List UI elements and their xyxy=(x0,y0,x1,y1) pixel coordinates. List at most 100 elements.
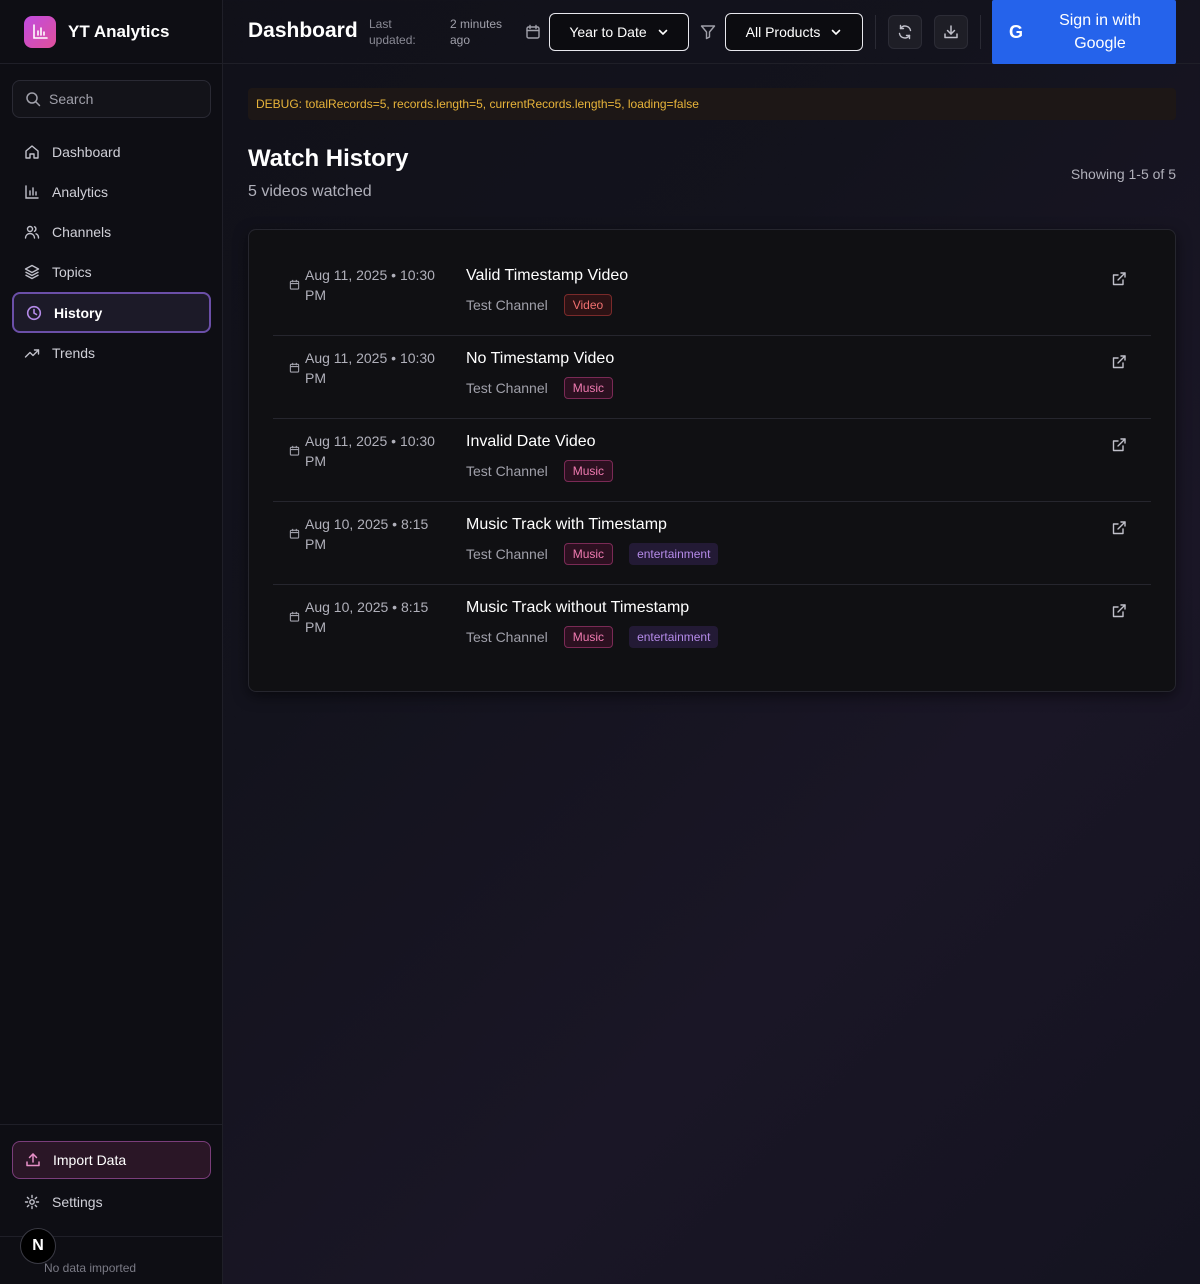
video-meta: Test Channel Music entertainment xyxy=(466,543,719,565)
category-badge: entertainment xyxy=(629,626,719,648)
google-signin-button[interactable]: G Sign in with Google xyxy=(992,0,1176,64)
last-updated-value: 2 minutes ago xyxy=(450,17,503,47)
sidebar-footer: Import Data Settings No data imported xyxy=(0,1124,223,1275)
watch-date: Aug 11, 2025 • 10:30 PM xyxy=(305,350,435,386)
layers-icon xyxy=(24,264,40,280)
type-badge: Music xyxy=(563,377,614,399)
google-signin-label: Sign in with Google xyxy=(1059,12,1141,52)
gear-icon xyxy=(24,1194,40,1210)
upload-icon xyxy=(26,1153,40,1167)
calendar-icon xyxy=(289,445,300,456)
video-title: Music Track with Timestamp xyxy=(466,516,667,533)
history-row[interactable]: Aug 10, 2025 • 8:15 PM Music Track with … xyxy=(273,502,1151,585)
sidebar-item-label: Channels xyxy=(52,224,112,240)
type-badge: Music xyxy=(563,543,614,565)
video-title: Music Track without Timestamp xyxy=(466,599,690,616)
chevron-down-icon xyxy=(832,29,841,36)
brand[interactable]: YT Analytics xyxy=(0,0,222,64)
type-badge: Video xyxy=(563,294,613,316)
search-input[interactable]: Search xyxy=(12,80,211,118)
sidebar-item-analytics[interactable]: Analytics xyxy=(12,172,211,212)
video-meta: Test Channel Music xyxy=(466,460,614,482)
watch-date: Aug 11, 2025 • 10:30 PM xyxy=(305,433,435,469)
type-badge: Music xyxy=(563,460,614,482)
channel-name: Test Channel xyxy=(466,297,548,313)
channel-name: Test Channel xyxy=(466,463,548,479)
download-icon xyxy=(944,25,958,39)
pagination-summary: Showing 1-5 of 5 xyxy=(1070,166,1176,182)
download-button[interactable] xyxy=(934,15,968,49)
bar-chart-icon xyxy=(24,15,56,48)
clock-icon xyxy=(26,305,42,320)
external-link-icon[interactable] xyxy=(1111,354,1127,370)
date-range-value: Year to Date xyxy=(569,24,647,40)
calendar-icon xyxy=(526,24,540,39)
video-meta: Test Channel Music entertainment xyxy=(466,626,719,648)
sidebar-item-trends[interactable]: Trends xyxy=(12,333,211,373)
date-range-select[interactable]: Year to Date xyxy=(549,13,689,51)
chevron-down-icon xyxy=(658,29,667,36)
last-updated-label: Last updated: xyxy=(369,17,416,47)
filter-icon xyxy=(700,25,716,40)
watch-date: Aug 10, 2025 • 8:15 PM xyxy=(305,599,429,635)
sidebar-item-topics[interactable]: Topics xyxy=(12,252,211,292)
sidebar-item-label: Analytics xyxy=(52,184,109,200)
divider xyxy=(980,15,981,49)
video-meta: Test Channel Video xyxy=(466,294,613,316)
google-icon: G xyxy=(1008,21,1023,42)
sidebar: YT Analytics Search Dashboard Analytics … xyxy=(0,0,223,1284)
sidebar-item-history[interactable]: History xyxy=(12,292,211,333)
trending-up-icon xyxy=(24,349,40,358)
external-link-icon[interactable] xyxy=(1111,437,1127,453)
product-filter-value: All Products xyxy=(745,24,821,40)
channel-name: Test Channel xyxy=(466,546,548,562)
import-data-button[interactable]: Import Data xyxy=(12,1141,211,1179)
page-title: Dashboard xyxy=(248,19,358,42)
product-filter-select[interactable]: All Products xyxy=(725,13,863,51)
external-link-icon[interactable] xyxy=(1111,271,1127,287)
history-row[interactable]: Aug 11, 2025 • 10:30 PM No Timestamp Vid… xyxy=(273,336,1151,419)
home-icon xyxy=(25,145,39,159)
video-meta: Test Channel Music xyxy=(466,377,614,399)
divider xyxy=(875,15,876,49)
sidebar-nav: Dashboard Analytics Channels Topics Hist… xyxy=(12,132,211,373)
history-list: Aug 11, 2025 • 10:30 PM Valid Timestamp … xyxy=(248,229,1176,692)
external-link-icon[interactable] xyxy=(1111,603,1127,619)
settings-label: Settings xyxy=(52,1194,103,1210)
channel-name: Test Channel xyxy=(466,629,548,645)
watch-date: Aug 11, 2025 • 10:30 PM xyxy=(305,267,435,303)
watch-date: Aug 10, 2025 • 8:15 PM xyxy=(305,516,429,552)
search-icon xyxy=(26,92,41,107)
users-icon xyxy=(24,225,40,239)
sidebar-item-channels[interactable]: Channels xyxy=(12,212,211,252)
history-row[interactable]: Aug 11, 2025 • 10:30 PM Invalid Date Vid… xyxy=(273,419,1151,502)
sidebar-item-label: History xyxy=(54,304,103,321)
video-title: No Timestamp Video xyxy=(466,350,615,367)
calendar-icon xyxy=(289,528,300,539)
settings-link[interactable]: Settings xyxy=(12,1183,211,1221)
history-row[interactable]: Aug 10, 2025 • 8:15 PM Music Track witho… xyxy=(273,585,1151,668)
search-placeholder: Search xyxy=(49,91,94,107)
channel-name: Test Channel xyxy=(466,380,548,396)
dev-tools-badge[interactable]: N xyxy=(20,1228,56,1264)
calendar-icon xyxy=(289,279,300,290)
refresh-button[interactable] xyxy=(888,15,922,49)
section-title: Watch History xyxy=(248,145,409,172)
category-badge: entertainment xyxy=(629,543,719,565)
sidebar-item-label: Dashboard xyxy=(52,144,121,160)
app-name: YT Analytics xyxy=(68,21,170,41)
calendar-icon xyxy=(289,611,300,622)
sidebar-item-dashboard[interactable]: Dashboard xyxy=(12,132,211,172)
external-link-icon[interactable] xyxy=(1111,520,1127,536)
history-row[interactable]: Aug 11, 2025 • 10:30 PM Valid Timestamp … xyxy=(273,253,1151,336)
top-header: Dashboard Last updated: 2 minutes ago Ye… xyxy=(223,0,1200,64)
import-status-text: No data imported xyxy=(44,1261,137,1275)
section-subtitle: 5 videos watched xyxy=(248,183,372,200)
import-data-label: Import Data xyxy=(53,1152,127,1168)
video-title: Invalid Date Video xyxy=(466,433,596,450)
sidebar-item-label: Trends xyxy=(52,345,96,361)
refresh-icon xyxy=(898,24,912,40)
video-title: Valid Timestamp Video xyxy=(466,267,629,284)
sidebar-item-label: Topics xyxy=(52,264,92,280)
bar-chart-icon xyxy=(25,185,39,199)
